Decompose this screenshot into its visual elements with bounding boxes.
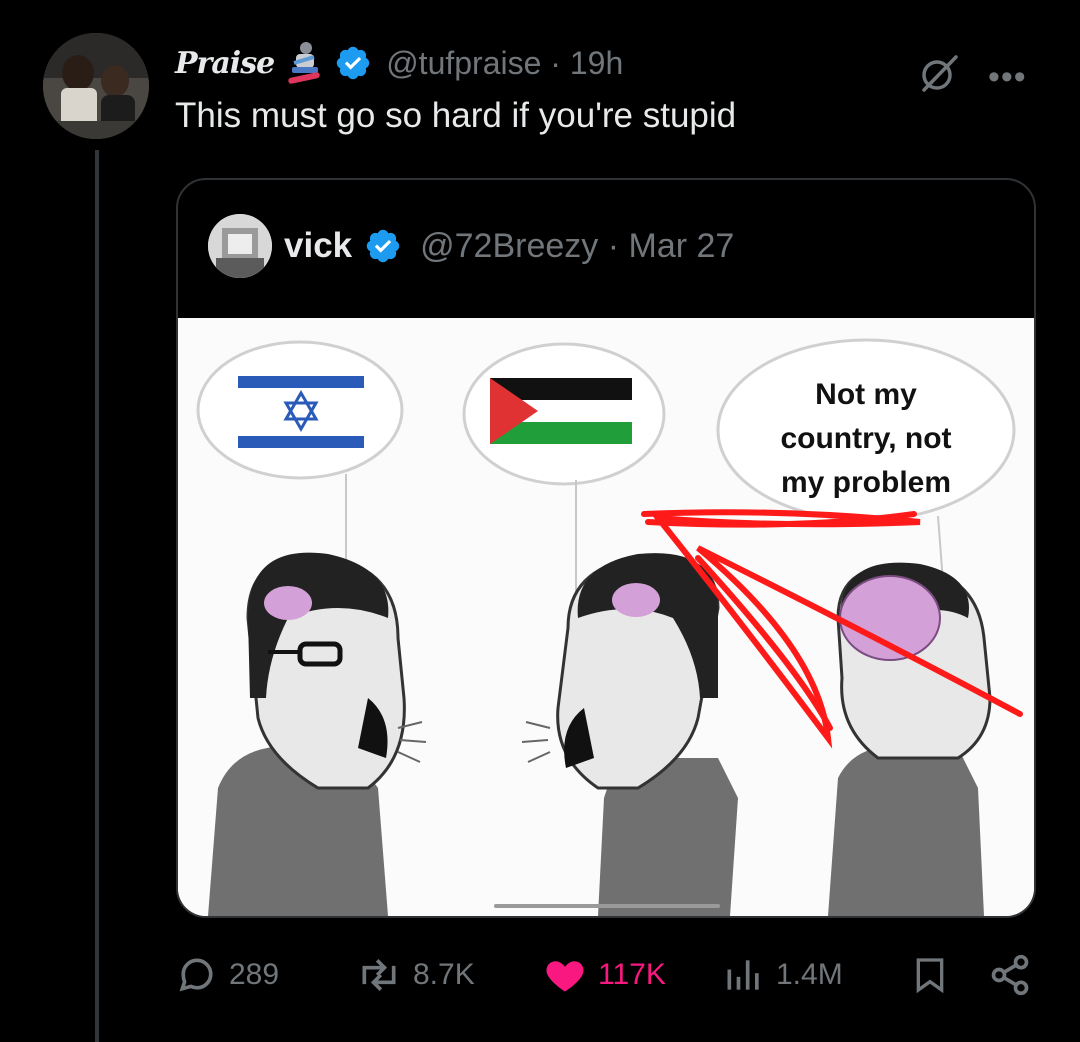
- repost-button[interactable]: 8.7K: [355, 940, 475, 1010]
- svg-text:Not my: Not my: [815, 378, 917, 411]
- share-icon: [988, 953, 1032, 997]
- author-handle[interactable]: @tufpraise: [386, 45, 541, 81]
- thread-line: [95, 150, 99, 1042]
- svg-text:my problem: my problem: [781, 466, 951, 499]
- author-avatar[interactable]: [43, 33, 149, 139]
- views-count: 1.4M: [776, 958, 843, 991]
- quoted-post-header: vick @72Breezy · Mar 27: [208, 214, 734, 278]
- verified-icon: [334, 44, 372, 82]
- reply-button[interactable]: 289: [175, 940, 279, 1010]
- quoted-post[interactable]: vick @72Breezy · Mar 27 Not my country, …: [176, 178, 1036, 918]
- like-count: 117K: [598, 958, 666, 991]
- quoted-post-image[interactable]: Not my country, not my problem: [178, 318, 1034, 916]
- quoted-post-date: Mar 27: [628, 226, 735, 265]
- repost-icon: [355, 953, 403, 997]
- like-icon: [542, 953, 588, 997]
- post-header: Praise @tufpraise · 19h: [175, 38, 623, 88]
- grok-icon[interactable]: [918, 52, 960, 94]
- views-icon: [722, 953, 766, 997]
- more-icon[interactable]: •••: [988, 60, 1027, 94]
- media-scroll-indicator: [494, 904, 720, 908]
- like-button[interactable]: 117K: [542, 940, 666, 1010]
- views-button[interactable]: 1.4M: [722, 940, 843, 1010]
- post-time[interactable]: 19h: [570, 45, 623, 81]
- share-button[interactable]: [988, 940, 1032, 1010]
- post-actions: 289 8.7K 117K 1.4M: [0, 940, 1080, 1010]
- reply-icon: [175, 953, 219, 997]
- meta-separator: ·: [607, 226, 629, 265]
- bookmark-icon: [910, 953, 950, 997]
- verified-icon: [364, 227, 402, 265]
- repost-count: 8.7K: [413, 958, 475, 991]
- quoted-author-avatar: [208, 214, 272, 278]
- author-display-name[interactable]: Praise: [175, 46, 275, 81]
- quoted-handle-and-date: @72Breezy · Mar 27: [420, 227, 734, 266]
- author-handle-and-time: @tufpraise · 19h: [386, 45, 623, 82]
- meta-separator: ·: [550, 44, 570, 81]
- quoted-author-display-name: vick: [284, 226, 353, 265]
- svg-text:country, not: country, not: [780, 422, 951, 455]
- snowboarder-icon: [284, 41, 324, 85]
- bookmark-button[interactable]: [910, 940, 950, 1010]
- quoted-author-handle: @72Breezy: [420, 226, 599, 265]
- post-text: This must go so hard if you're stupid: [175, 96, 737, 135]
- reply-count: 289: [229, 958, 280, 991]
